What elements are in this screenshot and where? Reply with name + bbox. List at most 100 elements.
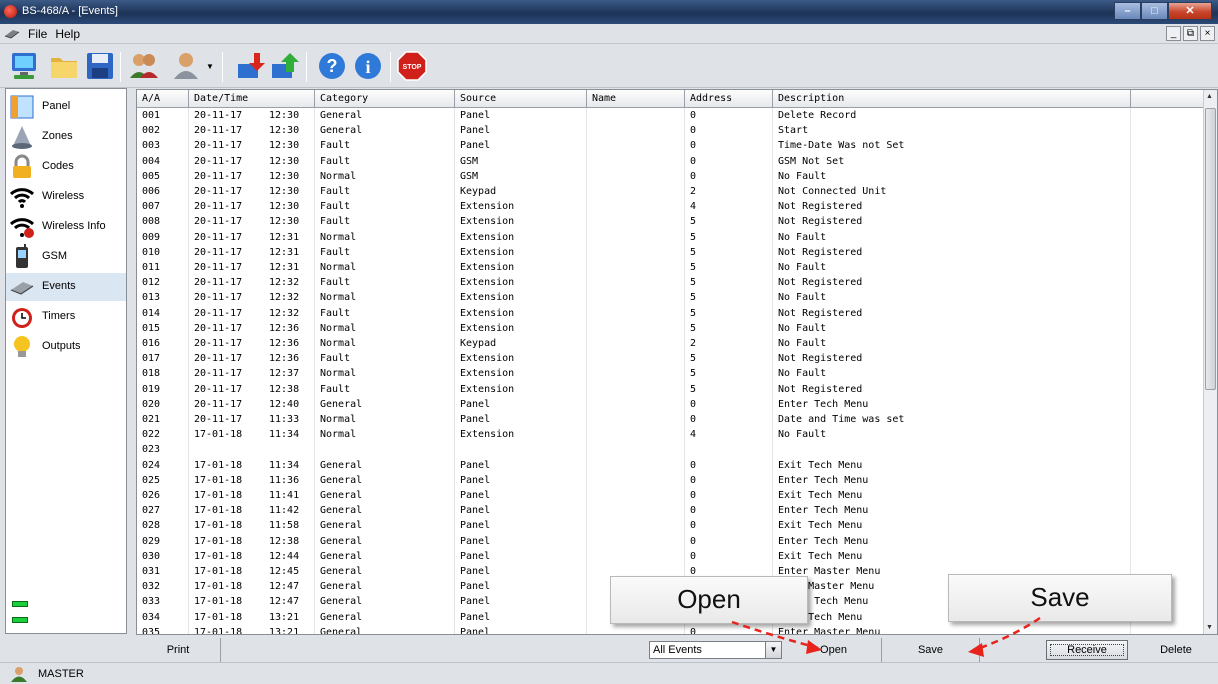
table-cell	[587, 199, 685, 215]
table-cell: 4	[685, 199, 773, 215]
table-row[interactable]: 023	[137, 442, 1205, 458]
table-row[interactable]: 021 20-11-17 11:33 Normal Panel 0 Date and Tim…	[137, 412, 1205, 428]
close-button[interactable]: ✕	[1168, 2, 1212, 20]
table-row[interactable]: 020 20-11-17 12:40 General Panel 0 Enter Tech …	[137, 396, 1205, 412]
table-row[interactable]: 035 17-01-18 13:21 General Panel 0 Enter Maste…	[137, 624, 1205, 634]
table-row[interactable]: 004 20-11-17 12:30 Fault GSM 0 GSM Not Set	[137, 153, 1205, 169]
table-cell: 029	[137, 533, 189, 549]
sidebar-item-label: Timers	[42, 310, 76, 322]
stop-icon[interactable]: STOP	[396, 50, 428, 82]
menu-help[interactable]: Help	[55, 27, 80, 41]
table-cell: 0	[685, 457, 773, 473]
table-cell: Normal	[315, 412, 455, 428]
table-row[interactable]: 022 17-01-18 11:34 Normal Extension 4 No Fault	[137, 427, 1205, 443]
header-col-address[interactable]: Address	[685, 90, 773, 108]
sidebar-item-zones[interactable]: Zones	[6, 123, 126, 151]
status-bar: MASTER	[0, 662, 1218, 684]
table-row[interactable]: 019 20-11-17 12:38 Fault Extension 5 Not Regis…	[137, 381, 1205, 397]
table-cell: 0	[685, 108, 773, 124]
table-row[interactable]: 012 20-11-17 12:32 Fault Extension 5 Not Regis…	[137, 275, 1205, 291]
mdi-minimize-button[interactable]: _	[1166, 26, 1181, 41]
download-icon[interactable]	[234, 50, 266, 82]
vertical-scrollbar[interactable]: ▲ ▼	[1203, 90, 1217, 634]
table-row[interactable]: 008 20-11-17 12:30 Fault Extension 5 Not Regis…	[137, 214, 1205, 230]
table-row[interactable]: 013 20-11-17 12:32 Normal Extension 5 No Fault	[137, 290, 1205, 306]
sidebar-item-wireless[interactable]: Wireless	[6, 183, 126, 211]
receive-button[interactable]: Receive	[1046, 640, 1128, 660]
sidebar-item-outputs[interactable]: Outputs	[6, 333, 126, 361]
scroll-up-icon[interactable]: ▲	[1206, 93, 1213, 100]
table-row[interactable]: 029 17-01-18 12:38 General Panel 0 Enter Tech …	[137, 533, 1205, 549]
header-col-extra[interactable]	[1131, 90, 1205, 108]
table-cell: Fault	[315, 138, 455, 154]
header-col-source[interactable]: Source	[455, 90, 587, 108]
save-disk-icon[interactable]	[84, 50, 116, 82]
table-row[interactable]: 025 17-01-18 11:36 General Panel 0 Enter Tech …	[137, 472, 1205, 488]
chevron-down-icon[interactable]: ▼	[765, 642, 781, 658]
table-cell: Extension	[455, 244, 587, 260]
sidebar-item-panel[interactable]: Panel	[6, 93, 126, 121]
sidebar-item-timers[interactable]: Timers	[6, 303, 126, 331]
table-cell: Panel	[455, 564, 587, 580]
table-row[interactable]: 010 20-11-17 12:31 Fault Extension 5 Not Regis…	[137, 244, 1205, 260]
save-button[interactable]: Save	[882, 638, 980, 662]
table-row[interactable]: 026 17-01-18 11:41 General Panel 0 Exit Tech M…	[137, 488, 1205, 504]
header-col-datetime[interactable]: Date/Time	[189, 90, 315, 108]
print-button[interactable]: Print	[136, 638, 221, 662]
command-bar: Print All Events ▼ Open Save Receive Del…	[136, 638, 1218, 662]
table-cell	[1131, 548, 1205, 564]
delete-button[interactable]: Delete	[1136, 638, 1216, 662]
user-icon[interactable]	[170, 50, 202, 82]
table-row[interactable]: 007 20-11-17 12:30 Fault Extension 4 Not Regis…	[137, 199, 1205, 215]
table-row[interactable]: 016 20-11-17 12:36 Normal Keypad 2 No Fault	[137, 336, 1205, 352]
table-row[interactable]: 005 20-11-17 12:30 Normal GSM 0 No Fault	[137, 168, 1205, 184]
header-col-description[interactable]: Description	[773, 90, 1131, 108]
computer-icon[interactable]	[8, 50, 40, 82]
table-row[interactable]: 002 20-11-17 12:30 General Panel 0 Start	[137, 123, 1205, 139]
table-row[interactable]: 024 17-01-18 11:34 General Panel 0 Exit Tech M…	[137, 457, 1205, 473]
sidebar-item-gsm[interactable]: GSM	[6, 243, 126, 271]
table-row[interactable]: 003 20-11-17 12:30 Fault Panel 0 Time-Date Was…	[137, 138, 1205, 154]
users-icon[interactable]	[128, 50, 160, 82]
table-row[interactable]: 014 20-11-17 12:32 Fault Extension 5 Not Regis…	[137, 305, 1205, 321]
minimize-button[interactable]: –	[1114, 2, 1141, 20]
upload-icon[interactable]	[268, 50, 300, 82]
maximize-button[interactable]: □	[1141, 2, 1168, 20]
mdi-restore-button[interactable]: ⧉	[1183, 26, 1198, 41]
open-folder-icon[interactable]	[48, 50, 80, 82]
header-col-category[interactable]: Category	[315, 90, 455, 108]
sidebar-item-events[interactable]: Events	[6, 273, 126, 301]
mdi-close-button[interactable]: ×	[1200, 26, 1215, 41]
header-col-name[interactable]: Name	[587, 90, 685, 108]
table-row[interactable]: 001 20-11-17 12:30 General Panel 0 Delete Reco…	[137, 108, 1205, 124]
sidebar-item-label: GSM	[42, 250, 68, 262]
table-row[interactable]: 030 17-01-18 12:44 General Panel 0 Exit Tech M…	[137, 548, 1205, 564]
table-cell: 12:32	[259, 275, 315, 291]
table-row[interactable]: 017 20-11-17 12:36 Fault Extension 5 Not Regis…	[137, 351, 1205, 367]
table-row[interactable]: 028 17-01-18 11:58 General Panel 0 Exit Tech M…	[137, 518, 1205, 534]
scroll-down-icon[interactable]: ▼	[1206, 624, 1213, 631]
open-button[interactable]: Open	[786, 638, 882, 662]
table-row[interactable]: 027 17-01-18 11:42 General Panel 0 Enter Tech …	[137, 503, 1205, 519]
table-cell: 20-11-17	[194, 140, 243, 152]
table-cell: General	[315, 533, 455, 549]
menu-file[interactable]: File	[28, 27, 47, 41]
table-cell	[1131, 533, 1205, 549]
table-cell: General	[315, 488, 455, 504]
help-icon[interactable]: ?	[316, 50, 348, 82]
table-row[interactable]: 011 20-11-17 12:31 Normal Extension 5 No Fault	[137, 260, 1205, 276]
user-dropdown-icon[interactable]: ▼	[206, 62, 214, 71]
table-row[interactable]: 009 20-11-17 12:31 Normal Extension 5 No Fault	[137, 229, 1205, 245]
sidebar-item-wireless-info[interactable]: Wireless Info	[6, 213, 126, 241]
table-row[interactable]: 018 20-11-17 12:37 Normal Extension 5 No Fault	[137, 366, 1205, 382]
table-row[interactable]: 015 20-11-17 12:36 Normal Extension 5 No Fault	[137, 320, 1205, 336]
table-row[interactable]: 006 20-11-17 12:30 Fault Keypad 2 Not Connecte…	[137, 184, 1205, 200]
table-cell: Date and Time was set	[773, 412, 1131, 428]
event-filter-select[interactable]: All Events ▼	[649, 641, 782, 659]
info-icon[interactable]: i	[352, 50, 384, 82]
sidebar-item-codes[interactable]: Codes	[6, 153, 126, 181]
scrollbar-thumb[interactable]	[1205, 108, 1216, 390]
table-cell: 17-01-18	[194, 520, 243, 532]
table-cell: 20-11-17	[194, 170, 243, 182]
header-col-aa[interactable]: A/A	[137, 90, 189, 108]
